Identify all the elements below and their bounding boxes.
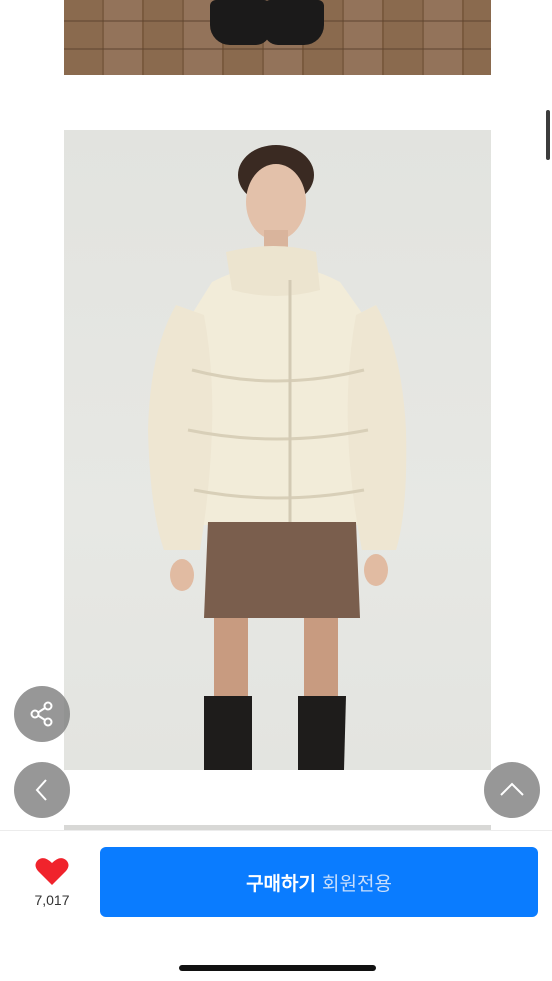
product-detail-page: 7,017 구매하기 회원전용 <box>0 0 552 981</box>
chevron-left-icon <box>35 779 47 801</box>
bottom-action-bar: 7,017 구매하기 회원전용 <box>0 830 552 981</box>
chevron-up-icon <box>500 782 524 796</box>
model-illustration <box>148 145 407 770</box>
boot-right <box>264 0 324 45</box>
like-button[interactable]: 7,017 <box>20 856 84 908</box>
buy-button-sublabel: 회원전용 <box>322 872 392 895</box>
share-button[interactable] <box>14 686 70 742</box>
back-button[interactable] <box>14 762 70 818</box>
share-icon <box>30 701 53 727</box>
scroll-indicator[interactable] <box>546 110 550 160</box>
boot-left <box>210 0 270 45</box>
home-indicator[interactable] <box>179 965 376 971</box>
buy-button-label: 구매하기 <box>246 872 316 895</box>
buy-button[interactable]: 구매하기 회원전용 <box>100 847 538 917</box>
product-image-top <box>64 0 491 75</box>
heart-icon <box>35 858 69 885</box>
like-count: 7,017 <box>34 892 70 908</box>
product-image-main <box>64 130 491 770</box>
scroll-top-button[interactable] <box>484 762 540 818</box>
